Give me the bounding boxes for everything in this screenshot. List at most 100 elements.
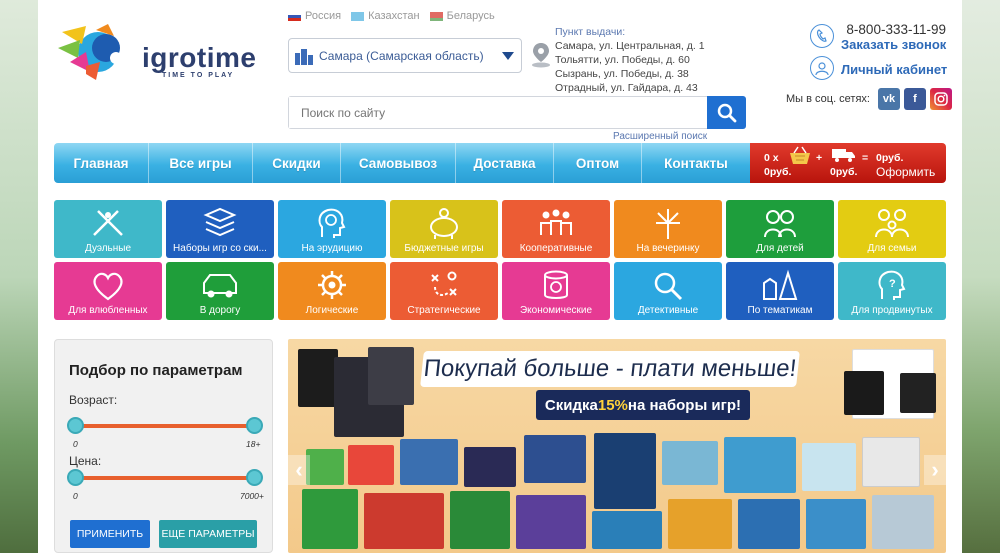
- age-slider[interactable]: [67, 417, 263, 434]
- category-tile[interactable]: Для семьи: [838, 200, 946, 258]
- nav-item-wholesale[interactable]: Оптом: [554, 143, 642, 183]
- category-label: Для продвинутых: [851, 305, 933, 316]
- category-tile[interactable]: Детективные: [614, 262, 722, 320]
- pickup-address: Самара, ул. Центральная, д. 1: [555, 40, 705, 52]
- banner-next-arrow[interactable]: ›: [924, 455, 946, 485]
- logo[interactable]: igrotime TIME TO PLAY: [56, 22, 266, 84]
- category-label: Детективные: [637, 305, 699, 316]
- brain-icon: ?: [878, 270, 906, 300]
- category-label: Экономические: [519, 305, 593, 316]
- more-params-button[interactable]: ЕЩЕ ПАРАМЕТРЫ: [159, 520, 257, 548]
- age-min-value: 0: [73, 439, 78, 449]
- price-slider[interactable]: [67, 469, 263, 486]
- pickup-address: Тольятти, ул. Победы, д. 60: [555, 54, 690, 66]
- pickup-address: Сызрань, ул. Победы, д. 38: [555, 68, 689, 80]
- country-kazakhstan[interactable]: Казахстан: [351, 10, 420, 22]
- age-max-handle[interactable]: [246, 417, 263, 434]
- game-box-image: [668, 499, 732, 549]
- search-input[interactable]: [289, 97, 707, 128]
- country-belarus[interactable]: Беларусь: [429, 10, 495, 22]
- category-tile[interactable]: На вечеринку: [614, 200, 722, 258]
- game-box-image: [862, 437, 920, 487]
- category-label: На вечеринку: [636, 243, 700, 254]
- category-label: Для семьи: [867, 243, 917, 254]
- cart-count: 0 х: [764, 152, 779, 164]
- callback-label: Заказать звонок: [841, 37, 947, 52]
- category-tile[interactable]: На эрудицию: [278, 200, 386, 258]
- age-min-handle[interactable]: [67, 417, 84, 434]
- strategy-icon: [431, 271, 457, 296]
- social-links: Мы в соц. сетях: vk f: [786, 88, 952, 110]
- pickup-title: Пункт выдачи:: [555, 26, 626, 38]
- category-label: Стратегические: [407, 305, 481, 316]
- price-max-handle[interactable]: [246, 469, 263, 486]
- instagram-icon[interactable]: [929, 88, 952, 110]
- age-label: Возраст:: [69, 393, 118, 407]
- category-tile[interactable]: Логические: [278, 262, 386, 320]
- nav-item-delivery[interactable]: Доставка: [456, 143, 554, 183]
- background-left: [0, 0, 38, 553]
- game-box-image: [900, 373, 936, 413]
- cart-plus: +: [816, 152, 823, 164]
- nav-item-pickup[interactable]: Самовывоз: [341, 143, 456, 183]
- game-box-image: [298, 349, 338, 407]
- nav-item-discounts[interactable]: Скидки: [253, 143, 341, 183]
- category-tile[interactable]: Бюджетные игры: [390, 200, 498, 258]
- coins-icon: [544, 270, 568, 299]
- category-tile[interactable]: Экономические: [502, 262, 610, 320]
- country-russia[interactable]: Россия: [288, 10, 341, 22]
- game-box-image: [306, 449, 344, 485]
- page: igrotime TIME TO PLAY Россия Казахстан Б…: [38, 0, 962, 553]
- delivery-truck-icon: [832, 149, 855, 162]
- category-tile[interactable]: По тематикам: [726, 262, 834, 320]
- phone-icon: [810, 24, 834, 48]
- category-tile[interactable]: Для детей: [726, 200, 834, 258]
- game-box-image: [400, 439, 458, 485]
- game-box-image: [450, 491, 510, 549]
- price-min-handle[interactable]: [67, 469, 84, 486]
- cart-widget[interactable]: 0 х 0руб. + 0руб. = 0руб. Оформить: [750, 143, 946, 183]
- social-label: Мы в соц. сетях:: [786, 93, 870, 105]
- category-tile[interactable]: Стратегические: [390, 262, 498, 320]
- advanced-search-link[interactable]: Расширенный поиск: [613, 131, 707, 142]
- city-select[interactable]: Самара (Самарская область): [288, 38, 522, 73]
- chevron-down-icon: [495, 51, 521, 60]
- themes-icon: [763, 269, 798, 300]
- fencing-icon: [93, 210, 123, 236]
- age-max-value: 18+: [246, 439, 261, 449]
- banner-sub-prefix: Скидка: [544, 396, 598, 414]
- nav-item-all-games[interactable]: Все игры: [149, 143, 253, 183]
- city-building-icon: [289, 39, 319, 72]
- category-tile[interactable]: В дорогу: [166, 262, 274, 320]
- game-box-image: [516, 495, 586, 549]
- category-tile[interactable]: ? Для продвинутых: [838, 262, 946, 320]
- checkout-button[interactable]: Оформить: [876, 165, 935, 179]
- facebook-icon[interactable]: f: [903, 88, 926, 110]
- nav-item-contacts[interactable]: Контакты: [642, 143, 750, 183]
- pickup-address: Отрадный, ул. Гайдара, д. 43: [555, 82, 698, 94]
- head-bulb-icon: [318, 208, 346, 238]
- category-label: В дорогу: [199, 305, 241, 316]
- category-label: Кооперативные: [519, 243, 593, 254]
- cart-equals: =: [862, 152, 869, 164]
- game-box-image: [524, 435, 586, 483]
- game-box-image: [368, 347, 414, 405]
- category-tile[interactable]: Для влюбленных: [54, 262, 162, 320]
- banner-subheadline: Скидка 15% на наборы игр!: [536, 390, 750, 420]
- personal-account-link[interactable]: Личный кабинет: [810, 56, 950, 82]
- promo-banner[interactable]: Покупай больше - плати меньше! Скидка 15…: [288, 339, 946, 553]
- search-button[interactable]: [707, 96, 746, 129]
- vk-icon[interactable]: vk: [877, 88, 900, 110]
- category-tile[interactable]: Дуэльные: [54, 200, 162, 258]
- game-box-image: [662, 441, 718, 485]
- nav-item-home[interactable]: Главная: [54, 143, 149, 183]
- cart-sum: 0руб.: [764, 166, 792, 178]
- banner-prev-arrow[interactable]: ‹: [288, 455, 310, 485]
- kazakhstan-flag-icon: [351, 11, 365, 21]
- category-tile[interactable]: Кооперативные: [502, 200, 610, 258]
- category-tile[interactable]: Наборы игр со ски...: [166, 200, 274, 258]
- piggy-bank-icon: [430, 208, 458, 239]
- apply-button[interactable]: ПРИМЕНИТЬ: [70, 520, 150, 548]
- game-box-image: [738, 499, 800, 549]
- callback-link[interactable]: Заказать звонок: [810, 24, 950, 52]
